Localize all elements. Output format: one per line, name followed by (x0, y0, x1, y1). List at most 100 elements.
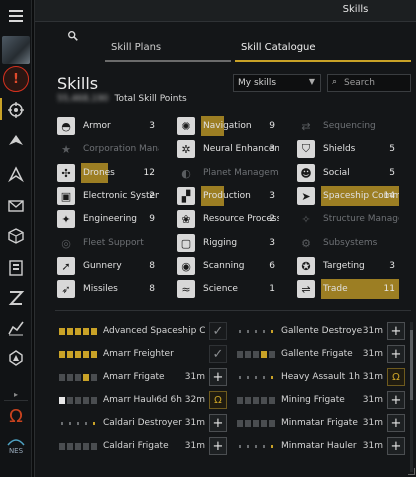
skill-category-missiles[interactable]: ➶ Missiles 8 (57, 279, 171, 299)
skill-category-planet-management[interactable]: ◐ Planet Management (177, 163, 291, 183)
category-skill-count: 9 (269, 121, 275, 131)
agency-icon[interactable] (4, 346, 28, 370)
add-to-plan-button[interactable]: + (387, 437, 405, 455)
active-indicator (0, 98, 2, 120)
omega-required-icon[interactable]: Ω (387, 368, 405, 386)
title-bar[interactable]: Skills (35, 0, 416, 22)
level-pip (247, 375, 249, 379)
level-pip (83, 350, 89, 358)
z-icon[interactable] (4, 286, 28, 310)
skill-row[interactable]: Heavy Assault Cruisers1h 31m Ω (237, 366, 405, 388)
skill-category-social[interactable]: ☻ Social 5 (297, 163, 411, 183)
level-pip (263, 329, 265, 333)
tab-skill-catalogue[interactable]: Skill Catalogue (235, 42, 411, 62)
market-icon[interactable] (4, 316, 28, 340)
skill-category-navigation[interactable]: ✺ Navigation 9 (177, 116, 291, 136)
skill-category-scanning[interactable]: ◉ Scanning 6 (177, 256, 291, 276)
add-to-plan-button[interactable]: + (209, 414, 227, 432)
category-skill-count: 5 (389, 168, 395, 178)
window-title: Skills (342, 4, 369, 15)
add-to-plan-button[interactable]: + (387, 345, 405, 363)
electronic-systems-icon: ▣ (57, 187, 75, 205)
skills-icon[interactable] (4, 98, 28, 122)
category-name-cell: Science 1 (201, 279, 279, 299)
category-name: Corporation Management (83, 144, 159, 154)
skill-category-corporation[interactable]: ★ Corporation Management (57, 139, 171, 159)
level-pip (263, 444, 265, 448)
search-placeholder: Search (344, 78, 375, 88)
skill-category-subsystems[interactable]: ⚙ Subsystems (297, 233, 411, 253)
skill-category-gunnery[interactable]: ➚ Gunnery 8 (57, 256, 171, 276)
search-icon[interactable] (67, 30, 81, 44)
skill-row[interactable]: Caldari Destroyer 31m + (59, 412, 227, 434)
resize-grip[interactable] (408, 468, 415, 475)
category-name: Drones (83, 168, 115, 178)
skill-category-drones[interactable]: ✣ Drones 12 (57, 163, 171, 183)
skill-category-spaceship-command[interactable]: ➤ Spaceship Command14 (297, 186, 411, 206)
add-to-plan-button[interactable]: + (387, 391, 405, 409)
journal-icon[interactable] (4, 256, 28, 280)
category-name: Engineering (83, 214, 137, 224)
category-name: Navigation (203, 121, 252, 131)
skill-category-targeting[interactable]: ✪ Targeting 3 (297, 256, 411, 276)
skill-row[interactable]: Amarr Freighter ✓ (59, 343, 227, 365)
mail-icon[interactable] (4, 194, 28, 218)
skill-category-electronic-systems[interactable]: ▣ Electronic Systems2 (57, 186, 171, 206)
skill-filter-dropdown[interactable]: My skills ▼ (233, 74, 321, 92)
neocom-logo-icon[interactable]: NES (3, 430, 29, 460)
scrollbar-thumb[interactable] (410, 330, 413, 400)
skill-category-fleet-support[interactable]: ◎ Fleet Support (57, 233, 171, 253)
skill-train-time: 1h 31m (348, 372, 383, 382)
resource-processing-icon: ❀ (177, 210, 195, 228)
skill-row[interactable]: Mining Frigate 31m + (237, 389, 405, 411)
expand-arrow-icon[interactable]: ▸ (4, 388, 28, 400)
map-icon[interactable] (4, 162, 28, 186)
skill-row[interactable]: Gallente Frigate 31m + (237, 343, 405, 365)
add-to-plan-button[interactable]: + (387, 322, 405, 340)
add-to-plan-button[interactable]: + (209, 368, 227, 386)
skill-category-engineering[interactable]: ✦ Engineering 9 (57, 209, 171, 229)
skill-category-neural-enhancement[interactable]: ✲ Neural Enhancement3 (177, 139, 291, 159)
inventory-icon[interactable] (4, 224, 28, 248)
skill-row[interactable]: Advanced Spaceship Command ✓ (59, 320, 227, 342)
level-pip (77, 421, 79, 425)
skill-row[interactable]: Caldari Frigate 31m + (59, 435, 227, 457)
skill-row[interactable]: Amarr Frigate 31m + (59, 366, 227, 388)
category-skill-count: 3 (269, 144, 275, 154)
skill-category-shields[interactable]: ⛉ Shields 5 (297, 139, 411, 159)
character-portrait[interactable] (2, 36, 30, 64)
skill-category-science[interactable]: ≈ Science 1 (177, 279, 291, 299)
alert-icon[interactable]: ! (3, 66, 29, 92)
level-pip (261, 419, 267, 427)
category-name: Subsystems (323, 238, 378, 248)
category-skill-count: 9 (149, 214, 155, 224)
skill-category-production[interactable]: ▞ Production 3 (177, 186, 291, 206)
skill-category-trade[interactable]: ⇌ Trade 11 (297, 279, 411, 299)
level-pip (255, 329, 257, 333)
level-pip (93, 421, 95, 425)
skill-name: Minmatar Frigate (281, 418, 358, 428)
skill-row[interactable]: Gallente Destroyer 31m + (237, 320, 405, 342)
skill-category-sequencing[interactable]: ⇄ Sequencing (297, 116, 411, 136)
skill-category-structure-management[interactable]: ✧ Structure Management (297, 209, 411, 229)
omega-icon[interactable]: Ω (4, 404, 28, 428)
skill-row[interactable]: Minmatar Hauler 31m + (237, 435, 405, 457)
subsystems-icon: ⚙ (301, 236, 311, 250)
search-input[interactable]: ⌕ Search (327, 74, 411, 92)
add-to-plan-button[interactable]: + (387, 414, 405, 432)
skill-category-rigging[interactable]: ▢ Rigging 3 (177, 233, 291, 253)
skill-category-resource-processing[interactable]: ❀ Resource Processing2 (177, 209, 291, 229)
omega-required-icon[interactable]: Ω (209, 391, 227, 409)
menu-icon[interactable] (4, 4, 28, 28)
category-name: Science (203, 284, 238, 294)
category-name-cell: Electronic Systems2 (81, 186, 159, 206)
skill-row[interactable]: Amarr Hauler6d 6h 32m Ω (59, 389, 227, 411)
skill-level-indicator (237, 419, 275, 427)
fitting-icon[interactable] (4, 130, 28, 154)
add-to-plan-button[interactable]: + (209, 437, 227, 455)
skill-row[interactable]: Minmatar Frigate 31m + (237, 412, 405, 434)
tab-skill-plans[interactable]: Skill Plans (105, 42, 231, 62)
skill-category-armor[interactable]: ◓ Armor 3 (57, 116, 171, 136)
level-pip (91, 350, 97, 358)
skill-level-indicator (237, 350, 275, 358)
